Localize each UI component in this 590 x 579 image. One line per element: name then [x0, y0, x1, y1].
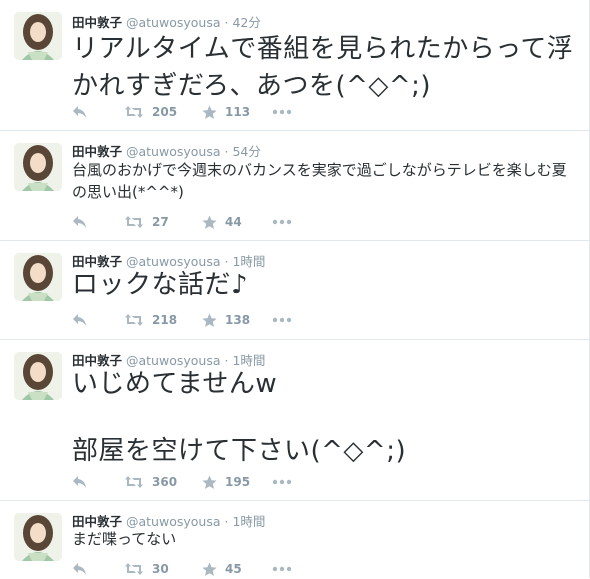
- timestamp[interactable]: 42分: [232, 15, 260, 30]
- tweet[interactable]: 田中敦子 @atuwosyousa · 1時間 ロックな話だ♪ 218 138: [0, 241, 589, 340]
- avatar[interactable]: [14, 352, 62, 400]
- reply-icon: [73, 476, 86, 488]
- user-handle[interactable]: @atuwosyousa: [126, 15, 221, 30]
- more-button[interactable]: [272, 109, 302, 115]
- user-name[interactable]: 田中敦子: [72, 144, 122, 159]
- more-button[interactable]: [272, 317, 302, 323]
- retweet-icon: [125, 314, 143, 326]
- reply-icon: [73, 216, 86, 228]
- star-icon: [202, 105, 217, 119]
- retweet-icon: [125, 563, 143, 575]
- tweet[interactable]: 田中敦子 @atuwosyousa · 42分 リアルタイムで番組を見られたから…: [0, 0, 589, 131]
- star-icon: [202, 313, 217, 327]
- avatar-image: [14, 12, 62, 60]
- favorite-button[interactable]: 45: [202, 562, 272, 577]
- more-button[interactable]: [272, 219, 302, 225]
- tweet-header: 田中敦子 @atuwosyousa · 54分: [72, 141, 261, 160]
- more-button[interactable]: [272, 566, 302, 572]
- more-dots-icon: [272, 219, 292, 225]
- retweet-count: 27: [152, 215, 169, 229]
- user-name[interactable]: 田中敦子: [72, 15, 122, 30]
- separator-dot: ·: [224, 514, 229, 529]
- tweet-text-line: 部屋を空けて下さい(^◇^;): [72, 436, 407, 466]
- more-dots-icon: [272, 317, 292, 323]
- tweet-text-line: いじめてませんw: [72, 369, 278, 399]
- tweet[interactable]: 田中敦子 @atuwosyousa · 1時間 まだ喋ってない 30 45: [0, 501, 589, 578]
- user-handle[interactable]: @atuwosyousa: [126, 144, 221, 159]
- star-icon: [202, 562, 217, 576]
- retweet-button[interactable]: 360: [124, 475, 202, 489]
- favorite-count: 113: [225, 105, 251, 119]
- favorite-count: 45: [225, 562, 242, 576]
- star-icon: [202, 475, 217, 489]
- separator-dot: ·: [224, 144, 229, 159]
- tweet-text-line: [72, 403, 579, 433]
- avatar-image: [14, 352, 62, 400]
- reply-button[interactable]: [72, 562, 124, 576]
- retweet-count: 30: [152, 562, 169, 576]
- favorite-button[interactable]: 138: [202, 313, 272, 328]
- retweet-icon: [125, 476, 143, 488]
- avatar[interactable]: [14, 253, 62, 301]
- favorite-count: 195: [225, 475, 251, 489]
- tweet[interactable]: 田中敦子 @atuwosyousa · 54分 台風のおかげで今週末のバカンスを…: [0, 131, 589, 241]
- tweet-actions: 218 138: [72, 310, 302, 330]
- favorite-button[interactable]: 44: [202, 215, 272, 230]
- timestamp[interactable]: 54分: [232, 144, 260, 159]
- avatar[interactable]: [14, 513, 62, 561]
- avatar[interactable]: [14, 12, 62, 60]
- user-name[interactable]: 田中敦子: [72, 514, 122, 529]
- retweet-icon: [125, 106, 143, 118]
- retweet-button[interactable]: 27: [124, 215, 202, 229]
- retweet-button[interactable]: 30: [124, 562, 202, 576]
- user-handle[interactable]: @atuwosyousa: [126, 514, 221, 529]
- avatar-image: [14, 143, 62, 191]
- tweet-text: リアルタイムで番組を見られたからって浮かれすぎだろ、あつを(^◇^;): [72, 34, 574, 101]
- tweet-actions: 360 195: [72, 472, 302, 492]
- tweet[interactable]: 田中敦子 @atuwosyousa · 1時間 いじめてませんw 部屋を空けて下…: [0, 340, 589, 501]
- tweet-actions: 30 45: [72, 559, 302, 579]
- reply-button[interactable]: [72, 475, 124, 489]
- avatar-image: [14, 513, 62, 561]
- star-icon: [202, 215, 217, 229]
- retweet-icon: [125, 216, 143, 228]
- reply-icon: [73, 314, 86, 326]
- tweet-actions: 205 113: [72, 102, 302, 122]
- reply-icon: [73, 563, 86, 575]
- retweet-count: 218: [152, 313, 178, 327]
- retweet-button[interactable]: 205: [124, 105, 202, 119]
- tweet-actions: 27 44: [72, 212, 302, 232]
- tweet-text: まだ喋ってない: [72, 530, 177, 548]
- retweet-count: 360: [152, 475, 178, 489]
- more-dots-icon: [272, 479, 292, 485]
- tweet-header: 田中敦子 @atuwosyousa · 42分: [72, 12, 261, 31]
- avatar[interactable]: [14, 143, 62, 191]
- timestamp[interactable]: 1時間: [232, 514, 265, 529]
- reply-button[interactable]: [72, 215, 124, 229]
- separator-dot: ·: [224, 15, 229, 30]
- reply-icon: [73, 106, 86, 118]
- retweet-count: 205: [152, 105, 178, 119]
- tweet-text: 台風のおかげで今週末のバカンスを実家で過ごしながらテレビを楽しむ夏の思い出(*^…: [72, 161, 567, 201]
- more-dots-icon: [272, 109, 292, 115]
- more-button[interactable]: [272, 479, 302, 485]
- tweet-text: いじめてませんw 部屋を空けて下さい(^◇^;): [72, 366, 579, 470]
- reply-button[interactable]: [72, 105, 124, 119]
- favorite-count: 138: [225, 313, 251, 327]
- reply-button[interactable]: [72, 313, 124, 327]
- retweet-button[interactable]: 218: [124, 313, 202, 327]
- favorite-button[interactable]: 195: [202, 475, 272, 490]
- more-dots-icon: [272, 566, 292, 572]
- favorite-count: 44: [225, 215, 242, 229]
- avatar-image: [14, 253, 62, 301]
- favorite-button[interactable]: 113: [202, 105, 272, 120]
- tweet-text: ロックな話だ♪: [72, 270, 249, 300]
